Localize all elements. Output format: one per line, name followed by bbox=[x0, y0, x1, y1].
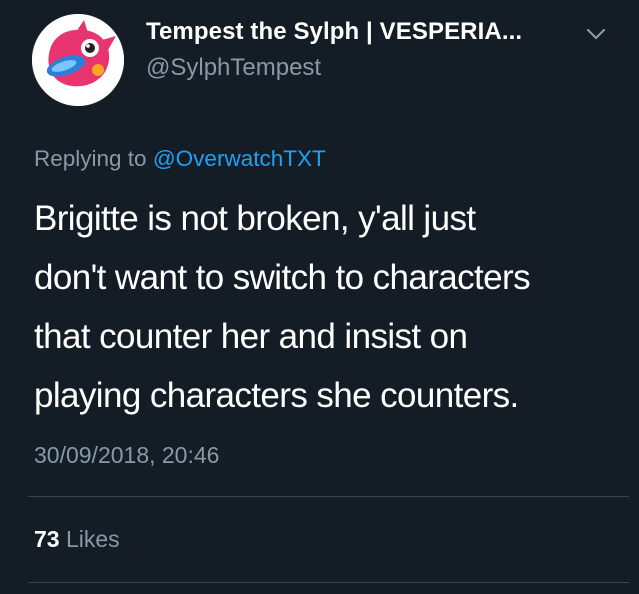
user-avatar[interactable] bbox=[32, 14, 124, 106]
replying-to: Replying to @OverwatchTXT bbox=[34, 146, 326, 172]
tweet-text-line: that counter her and insist on bbox=[34, 317, 468, 356]
likes-label: Likes bbox=[65, 526, 120, 552]
tweet-text-line: don't want to switch to characters bbox=[34, 258, 531, 297]
display-name[interactable]: Tempest the Sylph | VESPERIA... bbox=[146, 18, 522, 46]
likes-count: 73 bbox=[34, 526, 60, 552]
chevron-down-icon[interactable] bbox=[583, 24, 609, 44]
rotom-pokedex-avatar-icon bbox=[32, 14, 124, 106]
tweet-text-line: playing characters she counters. bbox=[34, 376, 519, 415]
reply-mention-link[interactable]: @OverwatchTXT bbox=[153, 146, 326, 171]
tweet-text-line: Brigitte is not broken, y'all just bbox=[34, 199, 476, 238]
divider bbox=[28, 496, 629, 497]
user-handle[interactable]: @SylphTempest bbox=[146, 54, 321, 82]
likes-stat[interactable]: 73 Likes bbox=[34, 526, 120, 553]
tweet-timestamp[interactable]: 30/09/2018, 20:46 bbox=[34, 442, 219, 469]
tweet-card: Tempest the Sylph | VESPERIA... @SylphTe… bbox=[0, 0, 639, 594]
divider bbox=[28, 582, 629, 583]
tweet-text: Brigitte is not broken, y'all just don't… bbox=[34, 189, 624, 425]
replying-to-label: Replying to bbox=[34, 146, 147, 171]
